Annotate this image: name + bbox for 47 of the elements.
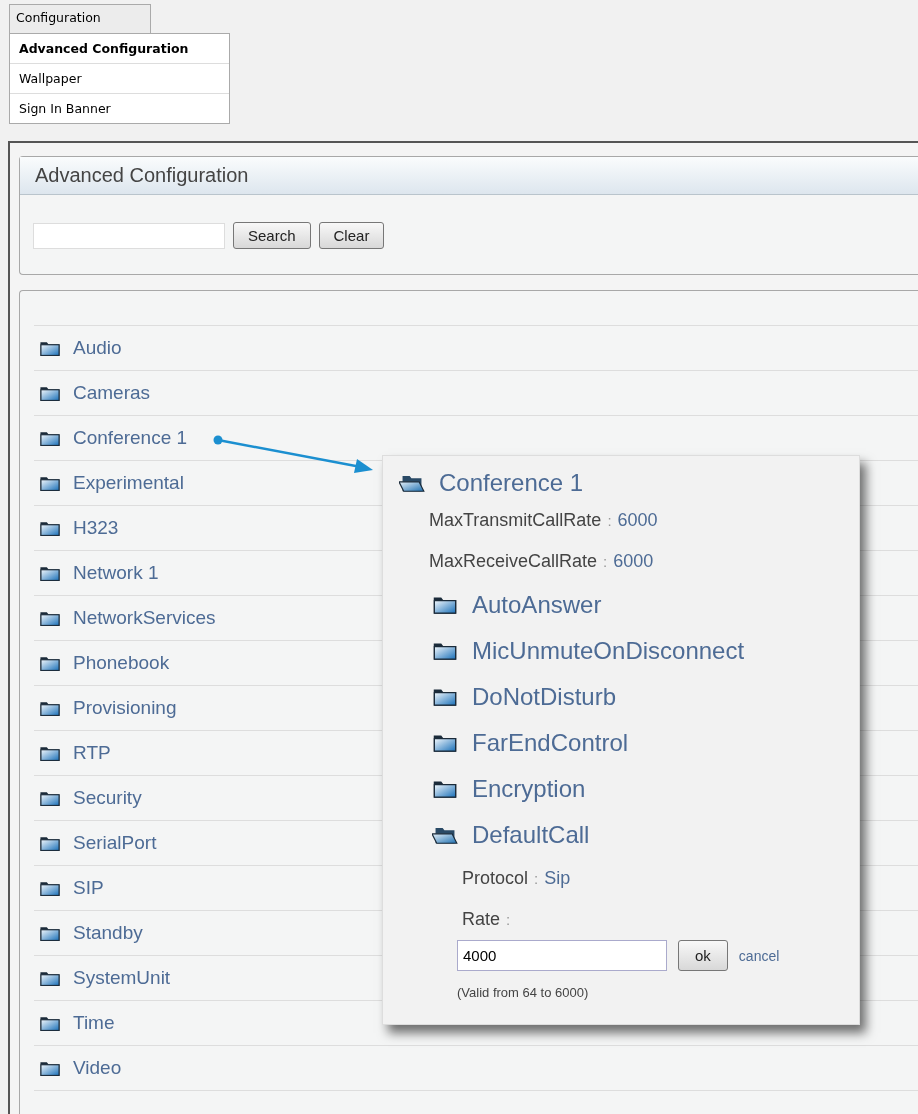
menu-item[interactable]: Wallpaper <box>10 63 229 93</box>
param-value[interactable]: 6000 <box>617 500 658 541</box>
menu-item[interactable]: Advanced Configuration <box>10 34 229 63</box>
tree-item[interactable]: Provisioning <box>73 697 177 719</box>
param-label: MaxTransmitCallRate <box>429 509 602 532</box>
subfolder-item[interactable]: Encryption <box>472 775 586 803</box>
subfolder-item[interactable]: MicUnmuteOnDisconnect <box>472 637 745 665</box>
ok-button[interactable]: ok <box>678 940 728 971</box>
tree-item[interactable]: RTP <box>73 742 111 764</box>
tree-item[interactable]: SIP <box>73 877 104 899</box>
separator: : <box>506 910 511 930</box>
tree-item[interactable]: Security <box>73 787 142 809</box>
subfolder-item[interactable]: FarEndControl <box>472 729 629 757</box>
param-value[interactable]: Sip <box>544 858 571 899</box>
param-label: Rate <box>462 908 501 931</box>
search-field[interactable] <box>33 222 225 249</box>
menu-item[interactable]: Sign In Banner <box>10 93 229 123</box>
tree-item[interactable]: Conference 1 <box>73 427 188 449</box>
tree-item[interactable]: SystemUnit <box>73 967 171 989</box>
tree-item[interactable]: H323 <box>73 517 119 539</box>
action-button[interactable]: Search <box>233 222 311 249</box>
tree-item[interactable]: SerialPort <box>73 832 157 854</box>
tree-item[interactable]: Time <box>73 1012 115 1034</box>
tree-item[interactable]: Audio <box>73 337 122 359</box>
separator: : <box>603 552 608 572</box>
tree-item[interactable]: Experimental <box>73 472 184 494</box>
rate-field[interactable]: 4000 <box>457 940 667 971</box>
cancel-link[interactable]: cancel <box>738 947 780 964</box>
subfolder-item[interactable]: DoNotDisturb <box>472 683 617 711</box>
tree-item[interactable]: Network 1 <box>73 562 159 584</box>
tree-item[interactable]: NetworkServices <box>73 607 216 629</box>
subfolder-item[interactable]: AutoAnswer <box>472 591 602 619</box>
hint-text: (Valid from 64 to 6000) <box>457 985 590 1000</box>
action-button[interactable]: Clear <box>318 222 385 249</box>
param-value[interactable]: 6000 <box>613 541 654 582</box>
separator: : <box>534 869 539 889</box>
subfolder-item[interactable]: DefaultCall <box>472 821 590 849</box>
tree-item[interactable]: Video <box>73 1057 122 1079</box>
separator: : <box>607 511 612 531</box>
tree-item[interactable]: Cameras <box>73 382 151 404</box>
panel-title: Advanced Configuration <box>20 157 918 195</box>
tree-item[interactable]: Phonebook <box>73 652 170 674</box>
param-label: Protocol <box>462 867 529 890</box>
menu-tab[interactable]: Configuration <box>9 4 151 33</box>
tree-item[interactable]: Standby <box>73 922 143 944</box>
param-label: MaxReceiveCallRate <box>429 550 598 573</box>
popup-title[interactable]: Conference 1 <box>439 469 584 497</box>
